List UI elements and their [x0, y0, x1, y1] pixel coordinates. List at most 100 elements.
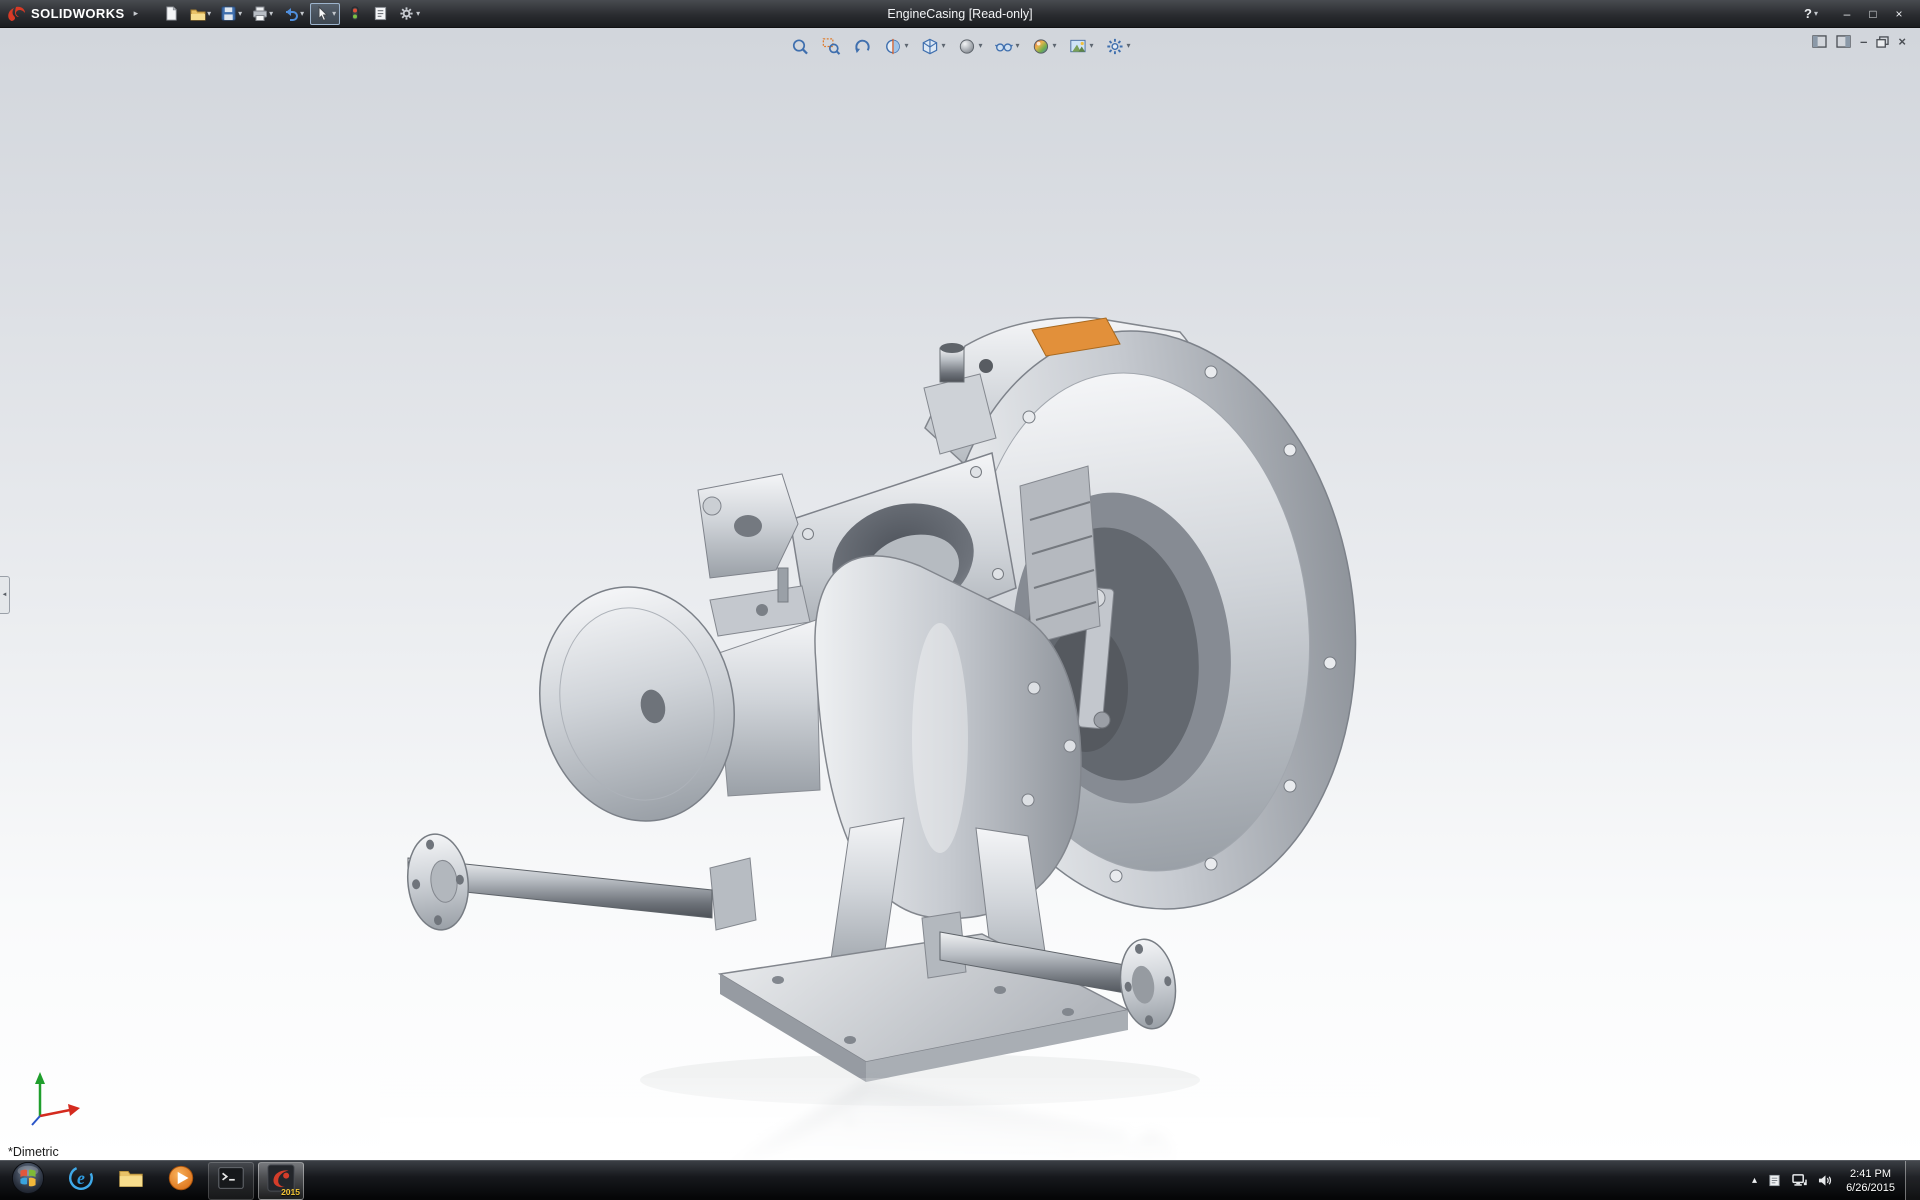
menu-expand-icon[interactable]: ▸: [130, 8, 143, 19]
zoom-to-fit-button[interactable]: [786, 34, 812, 58]
options-button[interactable]: ▾: [395, 3, 423, 25]
view-orientation-cube-icon: [919, 36, 939, 56]
hide-show-items-button[interactable]: ▾: [990, 34, 1022, 58]
close-document-button[interactable]: ×: [1898, 35, 1906, 48]
show-hidden-icons-button[interactable]: ▴: [1752, 1175, 1757, 1186]
main-toolbar: ▾ ▾ ▾ ▾: [160, 3, 423, 25]
taskbar: e: [0, 1160, 1920, 1200]
display-pane-toggle-icon[interactable]: [1836, 35, 1851, 48]
solidworks-logo-icon: [6, 5, 26, 23]
solidworks-logo: SOLIDWORKS ▸: [0, 0, 150, 27]
file-properties-button[interactable]: [369, 3, 392, 25]
dropdown-arrow-icon: ▾: [238, 10, 242, 18]
brand-text: SOLIDWORKS: [31, 6, 125, 21]
graphics-viewport[interactable]: ▾ ▾ ▾ ▾: [0, 28, 1920, 1160]
titlebar-controls: ? ▾ – □ ×: [1804, 6, 1920, 21]
windows-orb-icon: [11, 1161, 45, 1200]
view-orientation-label: *Dimetric: [8, 1145, 59, 1159]
zoom-to-area-button[interactable]: [817, 34, 843, 58]
dropdown-arrow-icon: ▾: [300, 10, 304, 18]
heads-up-view-toolbar: ▾ ▾ ▾ ▾: [786, 34, 1133, 58]
reflection-fade: [380, 1078, 1380, 1160]
system-tray: ▴: [1752, 1174, 1842, 1187]
clock-time: 2:41 PM: [1846, 1167, 1895, 1181]
start-button[interactable]: [2, 1162, 54, 1200]
view-settings-button[interactable]: ▾: [1102, 34, 1134, 58]
dropdown-arrow-icon: ▾: [416, 10, 420, 18]
edit-appearance-button[interactable]: ▾: [1028, 34, 1060, 58]
undo-icon: [282, 5, 299, 22]
left-panel-arrow-icon: ◄: [2, 592, 8, 598]
dropdown-arrow-icon: ▾: [269, 10, 273, 18]
apply-scene-button[interactable]: ▾: [1065, 34, 1097, 58]
minimize-document-button[interactable]: –: [1860, 35, 1867, 48]
new-document-icon: [163, 5, 180, 22]
taskbar-item-internet-explorer[interactable]: e: [58, 1162, 104, 1200]
select-button[interactable]: ▾: [310, 3, 340, 25]
section-view-icon: [882, 36, 902, 56]
internet-explorer-icon: e: [66, 1163, 96, 1198]
document-window-controls: – ×: [1812, 35, 1906, 48]
taskbar-item-solidworks-2015[interactable]: 2015: [258, 1162, 304, 1200]
dropdown-arrow-icon: ▾: [1015, 42, 1019, 50]
taskbar-item-windows-explorer[interactable]: [108, 1162, 154, 1200]
media-player-icon: [166, 1163, 196, 1198]
featuremanager-pane-toggle-icon[interactable]: [1812, 35, 1827, 48]
help-button[interactable]: ?: [1804, 6, 1812, 21]
print-icon: [251, 5, 268, 22]
open-button[interactable]: ▾: [186, 3, 214, 25]
taskbar-item-media-player[interactable]: [158, 1162, 204, 1200]
dropdown-arrow-icon: ▾: [207, 10, 211, 18]
taskbar-item-command-prompt[interactable]: [208, 1162, 254, 1200]
background-app-icon[interactable]: [1768, 1174, 1781, 1187]
dropdown-arrow-icon: ▾: [332, 10, 336, 18]
volume-icon[interactable]: [1818, 1174, 1832, 1187]
previous-view-button[interactable]: [848, 34, 874, 58]
hide-show-items-icon: [993, 36, 1013, 56]
zoom-to-area-icon: [820, 36, 840, 56]
rebuild-button[interactable]: [343, 3, 366, 25]
edit-appearance-icon: [1031, 36, 1051, 56]
dropdown-arrow-icon: ▾: [1127, 42, 1131, 50]
display-style-icon: [956, 36, 976, 56]
print-button[interactable]: ▾: [248, 3, 276, 25]
dropdown-arrow-icon: ▾: [1053, 42, 1057, 50]
close-window-button[interactable]: ×: [1888, 7, 1910, 21]
display-style-button[interactable]: ▾: [953, 34, 985, 58]
orientation-triad-icon: [26, 1066, 86, 1130]
show-desktop-button[interactable]: [1905, 1161, 1920, 1200]
solidworks-window: SOLIDWORKS ▸ ▾ ▾: [0, 0, 1920, 1200]
titlebar: SOLIDWORKS ▸ ▾ ▾: [0, 0, 1920, 28]
restore-document-button[interactable]: [1876, 36, 1889, 48]
view-orientation-button[interactable]: ▾: [916, 34, 948, 58]
undo-button[interactable]: ▾: [279, 3, 307, 25]
save-button[interactable]: ▾: [217, 3, 245, 25]
taskbar-clock[interactable]: 2:41 PM 6/26/2015: [1842, 1167, 1905, 1195]
maximize-window-button[interactable]: □: [1862, 7, 1884, 21]
document-title: EngineCasing [Read-only]: [887, 7, 1032, 21]
options-gear-icon: [398, 5, 415, 22]
previous-view-icon: [851, 36, 871, 56]
open-icon: [189, 5, 206, 22]
dropdown-arrow-icon: ▾: [941, 42, 945, 50]
engine-casing-model[interactable]: [380, 268, 1380, 1160]
new-document-button[interactable]: [160, 3, 183, 25]
svg-text:e: e: [77, 1168, 85, 1188]
select-cursor-icon: [314, 5, 331, 22]
command-prompt-icon: [216, 1163, 246, 1198]
clock-date: 6/26/2015: [1846, 1181, 1895, 1195]
apply-scene-icon: [1068, 36, 1088, 56]
help-dropdown-icon[interactable]: ▾: [1814, 10, 1818, 18]
view-settings-icon: [1105, 36, 1125, 56]
solidworks-version-badge: 2015: [281, 1187, 300, 1197]
model-geometry: [403, 307, 1380, 1082]
save-icon: [220, 5, 237, 22]
file-properties-icon: [372, 5, 389, 22]
rebuild-icon: [346, 5, 363, 22]
dropdown-arrow-icon: ▾: [978, 42, 982, 50]
minimize-window-button[interactable]: –: [1836, 7, 1858, 21]
section-view-button[interactable]: ▾: [879, 34, 911, 58]
task-pane-collapsed-tab[interactable]: ◄: [0, 576, 10, 614]
network-icon[interactable]: [1792, 1174, 1807, 1187]
folder-icon: [116, 1163, 146, 1198]
